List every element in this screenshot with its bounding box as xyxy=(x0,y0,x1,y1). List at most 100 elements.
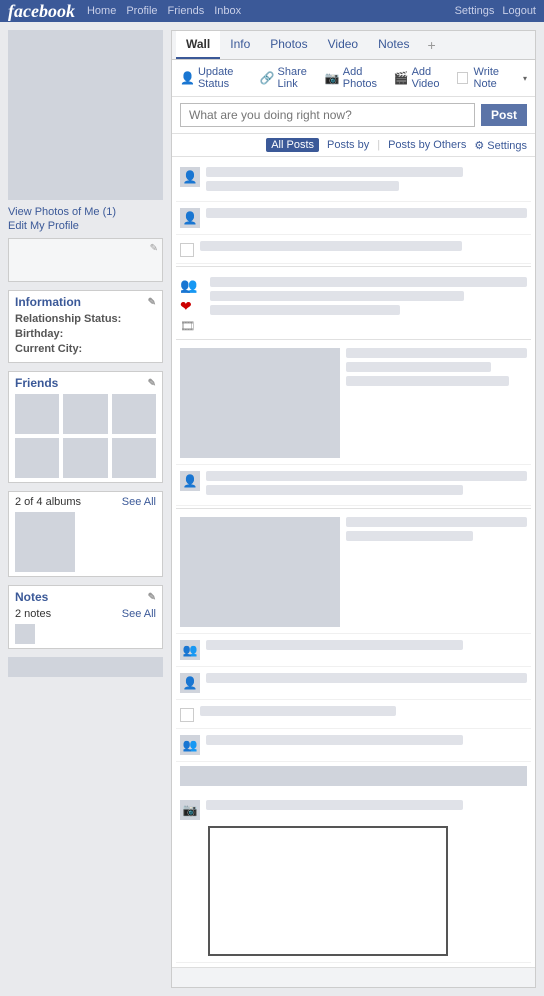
notes-count: 2 notes xyxy=(15,608,51,620)
feed-content-3 xyxy=(200,241,527,255)
edit-profile-link[interactable]: Edit My Profile xyxy=(8,220,163,232)
notes-thumb[interactable] xyxy=(15,624,35,644)
logout-link[interactable]: Logout xyxy=(502,5,536,17)
feed-content-4 xyxy=(206,471,527,499)
feed-avatar-3: 👤 xyxy=(180,471,200,491)
media-line-1 xyxy=(346,348,527,358)
write-note-checkbox[interactable] xyxy=(457,72,467,84)
media-line-3 xyxy=(346,376,509,386)
write-note-btn[interactable]: Write Note xyxy=(474,66,517,90)
share-link-btn[interactable]: 🔗 Share Link xyxy=(260,66,319,90)
posts-by-filter[interactable]: Posts by xyxy=(327,139,369,151)
activity-icons: 👥 ❤ 🎞 xyxy=(180,277,204,333)
feed-item-5: 👥 xyxy=(176,634,531,667)
friend-thumb-2[interactable] xyxy=(63,394,107,434)
friend-thumb-6[interactable] xyxy=(112,438,156,478)
media-feed-item-1 xyxy=(176,342,531,465)
city-label: Current City: xyxy=(15,343,82,355)
information-edit-icon[interactable]: ✎ xyxy=(148,297,156,308)
feed-line-9 xyxy=(200,706,396,716)
update-status-btn[interactable]: 👤 Update Status xyxy=(180,66,254,90)
feed-item-1: 👤 xyxy=(176,161,531,202)
friend-thumb-5[interactable] xyxy=(63,438,107,478)
feed-line-7 xyxy=(206,640,463,650)
share-link-label: Share Link xyxy=(278,66,319,90)
people-icon: 👥 xyxy=(180,277,204,294)
add-photos-label: Add Photos xyxy=(343,66,388,90)
right-content: Wall Info Photos Video Notes + 👤 Update … xyxy=(171,30,536,988)
feed-checkbox-1[interactable] xyxy=(180,243,194,257)
profile-photo[interactable] xyxy=(8,30,163,200)
tab-add-button[interactable]: + xyxy=(419,31,443,59)
feed-item-8: 👥 xyxy=(176,729,531,762)
all-posts-filter[interactable]: All Posts xyxy=(266,138,319,152)
media-content-2 xyxy=(346,517,527,627)
activity-line-3 xyxy=(210,305,400,315)
friends-section: Friends ✎ xyxy=(8,371,163,483)
feed-line-1 xyxy=(206,167,463,177)
add-video-btn[interactable]: 🎬 Add Video xyxy=(394,66,452,90)
feed-line-2 xyxy=(206,181,399,191)
media-feed-item-2 xyxy=(176,511,531,634)
post-button[interactable]: Post xyxy=(481,104,527,126)
information-header: Information ✎ xyxy=(15,295,156,309)
media-content-1 xyxy=(346,348,527,458)
activity-line-1 xyxy=(210,277,527,287)
posts-by-others-filter[interactable]: Posts by Others xyxy=(388,139,466,151)
friend-thumb-3[interactable] xyxy=(112,394,156,434)
feed-checkbox-2[interactable] xyxy=(180,708,194,722)
friends-edit-icon[interactable]: ✎ xyxy=(148,378,156,389)
feed-content-8 xyxy=(206,735,527,749)
tab-photos[interactable]: Photos xyxy=(260,31,317,59)
album-thumb[interactable] xyxy=(15,512,75,572)
view-photos-link[interactable]: View Photos of Me (1) xyxy=(8,206,163,218)
nav-profile[interactable]: Profile xyxy=(126,5,157,17)
tab-wall[interactable]: Wall xyxy=(176,31,220,59)
feed-content-7 xyxy=(200,706,527,720)
bio-edit-icon[interactable]: ✎ xyxy=(150,243,158,254)
albums-see-all[interactable]: See All xyxy=(122,496,156,508)
friend-thumb-4[interactable] xyxy=(15,438,59,478)
feed-item-4: 👤 xyxy=(176,465,531,506)
feed-line-8 xyxy=(206,673,527,683)
feed-area: 👤 👤 xyxy=(172,157,535,967)
video-line-1 xyxy=(206,800,463,810)
filter-bar: All Posts Posts by | Posts by Others ⚙ S… xyxy=(172,134,535,157)
add-photos-icon: 📷 xyxy=(325,71,340,85)
video-embed-content xyxy=(206,800,527,814)
nav-inbox[interactable]: Inbox xyxy=(214,5,241,17)
top-right-links: Settings Logout xyxy=(455,5,536,17)
notes-see-all[interactable]: See All xyxy=(122,608,156,620)
information-section: Information ✎ Relationship Status: Birth… xyxy=(8,290,163,363)
activity-content xyxy=(210,277,527,319)
albums-section: 2 of 4 albums See All xyxy=(8,491,163,577)
notes-header: Notes ✎ xyxy=(15,590,156,604)
settings-link[interactable]: Settings xyxy=(455,5,495,17)
video-feed-icon: 📷 xyxy=(180,800,200,820)
bio-text-area[interactable]: ✎ xyxy=(8,238,163,282)
notes-section: Notes ✎ 2 notes See All xyxy=(8,585,163,649)
activity-line-2 xyxy=(210,291,464,301)
dropdown-arrow-icon[interactable]: ▾ xyxy=(523,74,527,83)
feed-settings-link[interactable]: ⚙ Settings xyxy=(474,139,527,152)
film-icon: 🎞 xyxy=(180,319,204,333)
tab-notes[interactable]: Notes xyxy=(368,31,419,59)
add-photos-btn[interactable]: 📷 Add Photos xyxy=(325,66,388,90)
relationship-label: Relationship Status: xyxy=(15,313,121,325)
tab-info[interactable]: Info xyxy=(220,31,260,59)
notes-title: Notes xyxy=(15,590,48,604)
feed-item-3 xyxy=(176,235,531,264)
feed-avatar-4: 👥 xyxy=(180,640,200,660)
tab-video[interactable]: Video xyxy=(318,31,368,59)
nav-friends[interactable]: Friends xyxy=(168,5,205,17)
media-image-1 xyxy=(180,348,340,458)
nav-home[interactable]: Home xyxy=(87,5,116,17)
update-status-label: Update Status xyxy=(198,66,254,90)
top-navigation: facebook Home Profile Friends Inbox Sett… xyxy=(0,0,544,22)
information-title: Information xyxy=(15,295,81,309)
feed-item-2: 👤 xyxy=(176,202,531,235)
notes-edit-icon[interactable]: ✎ xyxy=(148,592,156,603)
status-input[interactable] xyxy=(180,103,475,127)
friend-thumb-1[interactable] xyxy=(15,394,59,434)
video-embed-box[interactable] xyxy=(208,826,448,956)
